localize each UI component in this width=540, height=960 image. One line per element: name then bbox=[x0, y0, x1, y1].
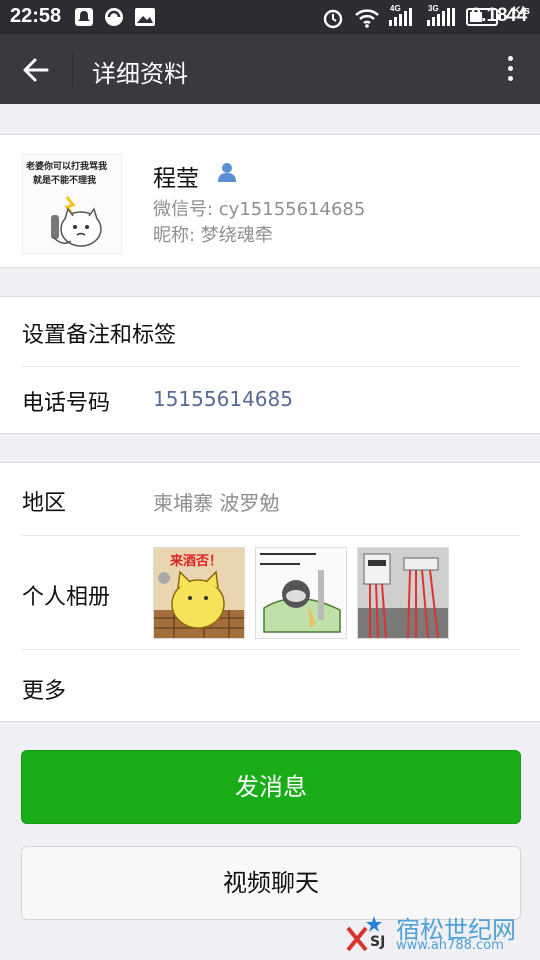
page-title: 详细资料 bbox=[92, 60, 188, 88]
phone-label: 电话号码 bbox=[22, 391, 111, 416]
alarm-icon bbox=[323, 9, 343, 29]
avatar[interactable]: 老婆你可以打我骂我 就是不能不理我 bbox=[22, 154, 122, 254]
set-remark-tags-label: 设置备注和标签 bbox=[22, 323, 177, 348]
region-row: 地区 柬埔寨 波罗勉 bbox=[0, 465, 540, 533]
album-photo-1-caption: 来酒否！ bbox=[170, 554, 223, 569]
album-photo-1[interactable]: 来酒否！ bbox=[153, 547, 245, 639]
title-bar: 详细资料 bbox=[0, 34, 540, 104]
remark-phone-section: 设置备注和标签 电话号码 15155614685 bbox=[0, 296, 540, 434]
personal-album-row[interactable]: 个人相册 来酒否！ bbox=[0, 537, 540, 649]
cartoon-cat-image bbox=[51, 196, 102, 247]
electric-meter-image bbox=[358, 548, 448, 638]
back-arrow-icon[interactable] bbox=[20, 54, 52, 86]
battery-icon bbox=[466, 8, 501, 26]
battery-level: 44 bbox=[506, 5, 528, 26]
wifi-icon bbox=[355, 9, 379, 28]
send-message-button[interactable]: 发消息 bbox=[21, 750, 521, 824]
contact-name: 程莹 bbox=[153, 166, 199, 192]
phone-row: 电话号码 15155614685 bbox=[0, 365, 540, 433]
site-url: www.ah788.com bbox=[396, 938, 504, 953]
profile-card: 老婆你可以打我骂我 就是不能不理我 程莹 微信号: cy15155614685 … bbox=[0, 134, 540, 268]
row-divider bbox=[22, 649, 520, 650]
phone-number-link[interactable]: 15155614685 bbox=[153, 387, 293, 411]
image-icon bbox=[135, 8, 155, 26]
more-options-icon[interactable] bbox=[504, 52, 516, 86]
row-divider bbox=[22, 535, 520, 536]
cartoon-sick-image bbox=[256, 548, 346, 638]
info-section: 地区 柬埔寨 波罗勉 个人相册 来酒否！ 更多 bbox=[0, 462, 540, 722]
video-call-button[interactable]: 视频聊天 bbox=[21, 846, 521, 920]
more-label: 更多 bbox=[22, 679, 67, 704]
signal-icon bbox=[427, 8, 455, 26]
gender-person-icon bbox=[218, 163, 236, 182]
site-watermark: SJ 宿松世纪网 www.ah788.com bbox=[344, 910, 534, 956]
album-photo-3[interactable] bbox=[357, 547, 449, 639]
signal-icon bbox=[389, 8, 412, 26]
nickname: 昵称: 梦绕魂牵 bbox=[153, 225, 273, 246]
site-logo-text: SJ bbox=[370, 934, 386, 950]
personal-album-label: 个人相册 bbox=[22, 585, 111, 610]
region-label: 地区 bbox=[22, 491, 67, 516]
title-divider bbox=[72, 52, 73, 86]
region-value: 柬埔寨 波罗勉 bbox=[153, 491, 280, 515]
sync-icon bbox=[105, 8, 123, 26]
wechat-id: 微信号: cy15155614685 bbox=[153, 199, 366, 220]
album-photo-2[interactable] bbox=[255, 547, 347, 639]
more-row[interactable]: 更多 bbox=[0, 653, 540, 721]
avatar-caption-1: 老婆你可以打我骂我 bbox=[26, 162, 108, 172]
notification-icon bbox=[75, 8, 93, 26]
set-remark-tags-row[interactable]: 设置备注和标签 bbox=[0, 297, 540, 365]
status-bar: 22:58 0.18 K/s 4G 3G 44 bbox=[0, 0, 540, 34]
status-time: 22:58 bbox=[10, 5, 62, 27]
